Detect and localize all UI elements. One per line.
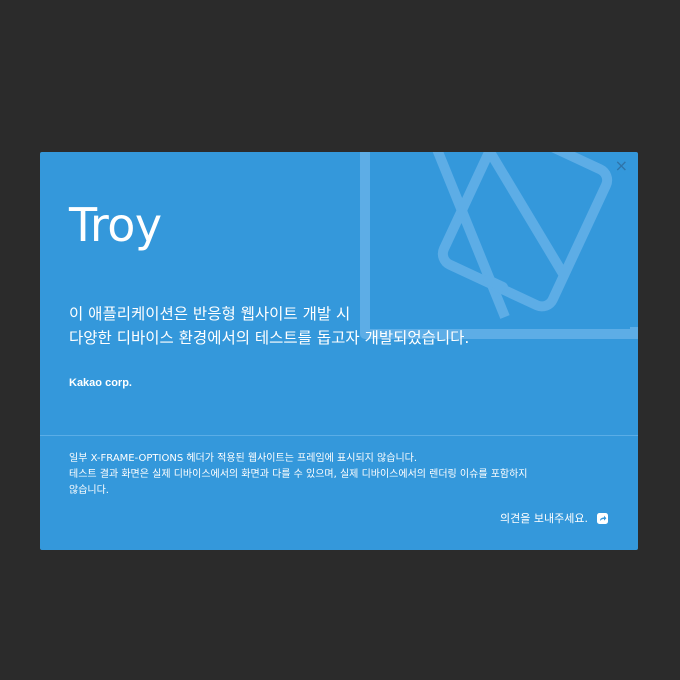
close-icon[interactable]: × [615,158,628,174]
feedback-link[interactable]: 의견을 보내주세요. [500,510,609,526]
feedback-label: 의견을 보내주세요. [500,512,588,525]
description-line: 다양한 디바이스 환경에서의 테스트를 돕고자 개발되었습니다. [69,329,470,347]
app-title: Troy [69,198,162,252]
notes: 일부 X-FRAME-OPTIONS 헤더가 적용된 웹사이트는 프레임에 표시… [69,451,614,499]
app-description: 이 애플리케이션은 반응형 웹사이트 개발 시 다양한 디바이스 환경에서의 테… [69,302,469,350]
divider [40,435,638,436]
note-line: 일부 X-FRAME-OPTIONS 헤더가 적용된 웹사이트는 프레임에 표시… [69,453,418,464]
external-link-icon [597,512,608,524]
description-line: 이 애플리케이션은 반응형 웹사이트 개발 시 [69,305,351,323]
note-line: 않습니다. [69,485,109,496]
company-name: Kakao corp. [69,377,132,389]
note-line: 테스트 결과 화면은 실제 디바이스에서의 화면과 다를 수 있으며, 실제 디… [69,469,528,480]
about-dialog: × Troy 이 애플리케이션은 반응형 웹사이트 개발 시 다양한 디바이스 … [40,152,638,550]
